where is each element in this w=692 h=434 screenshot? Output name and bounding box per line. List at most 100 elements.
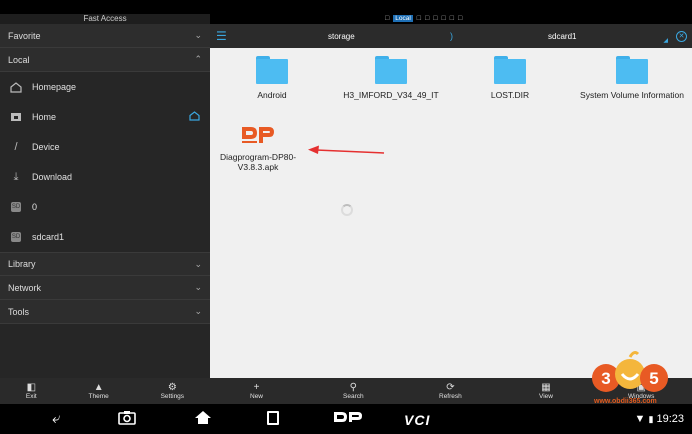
- vci-app-icon[interactable]: VCI: [404, 412, 430, 428]
- new-button[interactable]: + New: [250, 382, 263, 400]
- section-local[interactable]: Local ⌃: [0, 48, 210, 72]
- tab-icon[interactable]: □: [458, 15, 462, 22]
- battery-icon: ▮: [648, 414, 654, 424]
- file-name: LOST.DIR: [490, 90, 530, 100]
- exit-button[interactable]: ◧ Exit: [26, 382, 37, 400]
- dp-app-icon[interactable]: [332, 410, 364, 428]
- close-icon[interactable]: ✕: [676, 30, 687, 42]
- view-button[interactable]: ▦ View: [539, 382, 553, 400]
- top-black-strip: [0, 0, 692, 14]
- dp-logo-icon: [242, 127, 274, 143]
- system-navbar: ⤶ VCI ▼ ▮ 19:23: [0, 404, 692, 434]
- device-icon: /: [14, 141, 18, 153]
- section-tools-label: Tools: [8, 306, 30, 317]
- file-grid: Android H3_IMFORD_V34_49_IT LOST.DIR Sys…: [210, 48, 692, 378]
- exit-label: Exit: [25, 393, 37, 400]
- tab-icon[interactable]: □: [441, 15, 445, 22]
- file-item-android[interactable]: Android: [212, 56, 332, 100]
- corner-indicator-icon: ◢: [663, 38, 668, 44]
- section-network-label: Network: [8, 282, 42, 293]
- red-arrow-annotation: [308, 145, 385, 154]
- clock-time: 19:23: [656, 413, 684, 425]
- chevron-down-icon: ⌄: [194, 258, 202, 269]
- loading-spinner: [341, 204, 353, 216]
- tab-icon[interactable]: □: [417, 15, 421, 22]
- file-name: H3_IMFORD_V34_49_IT: [343, 90, 439, 100]
- tab-icon[interactable]: □: [385, 15, 389, 22]
- sidebar-item-homepage[interactable]: Homepage: [0, 72, 210, 102]
- theme-button[interactable]: ▲ Theme: [89, 382, 109, 400]
- section-favorite-label: Favorite: [8, 30, 41, 41]
- watermark-logo: 3 5: [592, 351, 668, 392]
- file-item-h3-imford[interactable]: H3_IMFORD_V34_49_IT: [331, 56, 451, 100]
- tab-icon[interactable]: □: [450, 15, 454, 22]
- section-library[interactable]: Library ⌄: [0, 252, 210, 276]
- sidebar: Fast Access Favorite ⌄ Local ⌃ Homepage …: [0, 14, 210, 378]
- svg-text:3: 3: [601, 369, 610, 388]
- search-button[interactable]: ⚲ Search: [343, 382, 364, 400]
- camera-icon[interactable]: [118, 410, 136, 429]
- sidebar-item-download[interactable]: ⤓ Download: [0, 162, 210, 192]
- refresh-label: Refresh: [439, 393, 462, 400]
- sidebar-toolbar: ◧ Exit ▲ Theme ⚙ Settings: [0, 378, 210, 404]
- window-tabs: □ Local □ □ □ □ □ □: [385, 15, 462, 22]
- plus-icon: +: [253, 382, 260, 393]
- tab-icon[interactable]: □: [433, 15, 437, 22]
- watermark: 3 5 www.obdii365.com: [590, 348, 670, 408]
- file-name: Android: [257, 90, 287, 100]
- grid-icon: ▦: [541, 382, 551, 393]
- sidebar-item-label: Home: [32, 112, 57, 122]
- tab-local[interactable]: Local: [393, 15, 413, 22]
- view-label: View: [539, 393, 553, 400]
- wifi-icon: ▼: [634, 413, 646, 425]
- sidebar-item-device[interactable]: / Device: [0, 132, 210, 162]
- tab-icon[interactable]: □: [425, 15, 429, 22]
- path-bar: ☰ storage ) sdcard1 ◢ ✕: [210, 24, 692, 48]
- breadcrumb-sdcard1[interactable]: sdcard1: [548, 32, 576, 41]
- file-item-system-volume-information[interactable]: System Volume Information: [572, 56, 692, 100]
- theme-label: Theme: [88, 393, 109, 400]
- chevron-down-icon: ⌄: [194, 30, 202, 40]
- file-item-diagprogram-apk[interactable]: Diagprogram-DP80-V3.8.3.apk: [215, 124, 301, 172]
- chevron-down-icon: ⌄: [194, 282, 202, 292]
- search-label: Search: [343, 393, 364, 400]
- storage-icon: SD: [11, 202, 21, 212]
- set-home-icon[interactable]: [189, 110, 200, 124]
- section-local-label: Local: [8, 54, 30, 65]
- section-library-label: Library: [8, 259, 36, 269]
- file-item-lost-dir[interactable]: LOST.DIR: [450, 56, 570, 100]
- sidebar-item-label: Download: [32, 172, 73, 182]
- file-name: Diagprogram-DP80-V3.8.3.apk: [219, 152, 297, 172]
- refresh-button[interactable]: ⟳ Refresh: [439, 382, 462, 400]
- sidebar-item-storage-0[interactable]: SD 0: [0, 192, 210, 222]
- sidebar-item-home[interactable]: Home: [0, 102, 210, 132]
- sidebar-item-label: 0: [32, 202, 38, 212]
- home-folder-icon: [9, 110, 23, 124]
- chevron-up-icon: ⌃: [194, 54, 202, 64]
- section-network[interactable]: Network ⌄: [0, 276, 210, 300]
- homepage-icon: [9, 80, 23, 94]
- status-clock: ▼ ▮ 19:23: [635, 413, 685, 425]
- section-favorite[interactable]: Favorite ⌄: [0, 24, 210, 48]
- recent-apps-icon[interactable]: [266, 410, 280, 430]
- folder-icon: [494, 56, 526, 84]
- download-icon: ⤓: [13, 170, 19, 183]
- theme-icon: ▲: [93, 382, 104, 393]
- fast-access-header: Fast Access: [0, 14, 210, 24]
- breadcrumb-separator: ): [450, 31, 453, 41]
- sidebar-item-sdcard1[interactable]: SD sdcard1: [0, 222, 210, 252]
- svg-text:5: 5: [649, 369, 658, 388]
- chevron-down-icon: ⌄: [194, 306, 202, 316]
- refresh-icon: ⟳: [446, 382, 455, 393]
- folder-icon: [616, 56, 648, 84]
- menu-icon[interactable]: ☰: [216, 29, 236, 43]
- breadcrumb-storage[interactable]: storage: [328, 32, 355, 41]
- sdcard-icon: SD: [11, 232, 21, 242]
- home-icon[interactable]: [194, 410, 212, 429]
- search-icon: ⚲: [349, 382, 357, 393]
- folder-icon: [256, 56, 288, 84]
- settings-button[interactable]: ⚙ Settings: [161, 382, 185, 400]
- gear-icon: ⚙: [167, 382, 177, 393]
- section-tools[interactable]: Tools ⌄: [0, 300, 210, 324]
- back-icon[interactable]: ⤶: [52, 410, 60, 427]
